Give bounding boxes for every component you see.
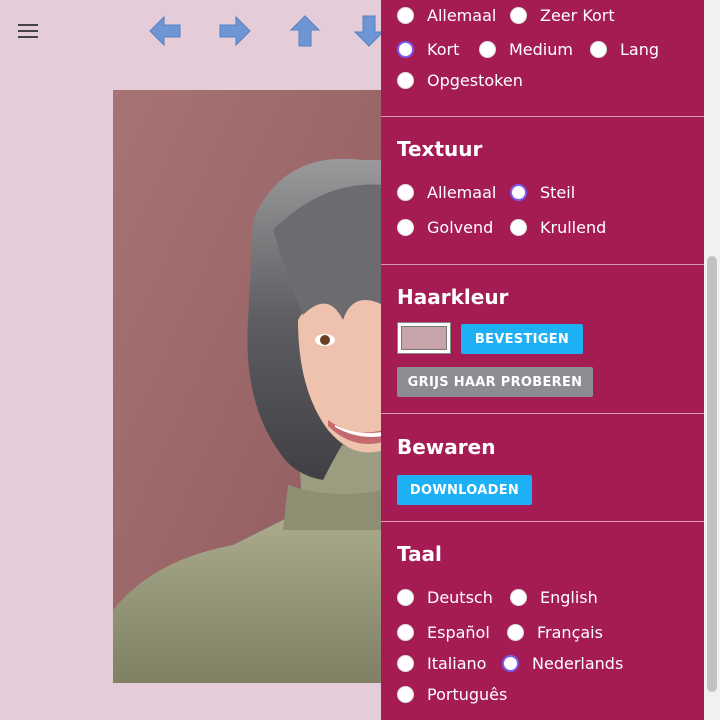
length-option-zeer-kort[interactable]: Zeer Kort <box>510 4 615 26</box>
radio-button-selected[interactable] <box>397 40 414 58</box>
radio-button[interactable] <box>397 218 414 236</box>
hamburger-menu-icon[interactable] <box>18 24 38 40</box>
radio-label: Opgestoken <box>427 70 523 90</box>
language-option-francais[interactable]: Français <box>507 621 603 643</box>
radio-label: Krullend <box>540 217 607 237</box>
length-option-kort[interactable]: Kort <box>397 38 459 60</box>
radio-label: Lang <box>620 39 660 59</box>
texture-title: Textuur <box>397 137 483 161</box>
language-option-portugues[interactable]: Português <box>397 683 507 705</box>
radio-button[interactable] <box>397 654 414 672</box>
radio-label: Português <box>427 684 508 704</box>
radio-button-selected[interactable] <box>510 183 527 201</box>
radio-button[interactable] <box>507 623 524 641</box>
hair-color-swatch-fill <box>401 326 447 350</box>
radio-label: Allemaal <box>427 5 497 25</box>
texture-option-golvend[interactable]: Golvend <box>397 216 493 238</box>
texture-option-allemaal[interactable]: Allemaal <box>397 181 496 203</box>
divider <box>381 413 704 414</box>
language-option-espanol[interactable]: Español <box>397 621 490 643</box>
radio-button[interactable] <box>397 6 414 24</box>
radio-button[interactable] <box>510 588 527 606</box>
divider <box>381 116 704 117</box>
language-option-nederlands[interactable]: Nederlands <box>502 652 623 674</box>
confirm-color-button[interactable]: BEVESTIGEN <box>461 324 583 354</box>
radio-label: Español <box>427 622 490 642</box>
texture-option-krullend[interactable]: Krullend <box>510 216 606 238</box>
language-title: Taal <box>397 542 442 566</box>
download-button[interactable]: DOWNLOADEN <box>397 475 532 505</box>
radio-button[interactable] <box>397 588 414 606</box>
hairstyle-preview-photo <box>113 90 383 683</box>
scrollbar-thumb[interactable] <box>707 256 717 692</box>
texture-option-steil[interactable]: Steil <box>510 181 575 203</box>
radio-label: English <box>540 587 598 607</box>
options-panel: Allemaal Zeer Kort Kort Medium Lang Opge… <box>381 0 704 720</box>
radio-label: Allemaal <box>427 182 497 202</box>
radio-button[interactable] <box>510 6 527 24</box>
try-grey-hair-button[interactable]: GRIJS HAAR PROBEREN <box>397 367 593 397</box>
radio-label: Steil <box>540 182 576 202</box>
radio-label: Zeer Kort <box>540 5 615 25</box>
divider <box>381 264 704 265</box>
arrow-right-icon[interactable] <box>218 14 252 48</box>
language-option-italiano[interactable]: Italiano <box>397 652 486 674</box>
radio-button[interactable] <box>397 183 414 201</box>
radio-label: Golvend <box>427 217 494 237</box>
hair-color-swatch[interactable] <box>397 322 451 354</box>
length-option-allemaal[interactable]: Allemaal <box>397 4 496 26</box>
radio-button[interactable] <box>590 40 607 58</box>
length-option-lang[interactable]: Lang <box>590 38 659 60</box>
radio-button[interactable] <box>397 685 414 703</box>
save-title: Bewaren <box>397 435 496 459</box>
length-option-opgestoken[interactable]: Opgestoken <box>397 69 523 91</box>
language-option-deutsch[interactable]: Deutsch <box>397 586 493 608</box>
language-option-english[interactable]: English <box>510 586 598 608</box>
radio-label: Medium <box>509 39 573 59</box>
arrow-up-icon[interactable] <box>288 14 322 48</box>
radio-button[interactable] <box>479 40 496 58</box>
radio-label: Kort <box>427 39 460 59</box>
radio-button-selected[interactable] <box>502 654 519 672</box>
radio-label: Français <box>537 622 603 642</box>
hair-color-title: Haarkleur <box>397 285 509 309</box>
panel-scrollbar[interactable] <box>704 0 720 720</box>
radio-button[interactable] <box>397 623 414 641</box>
radio-button[interactable] <box>397 71 414 89</box>
radio-label: Deutsch <box>427 587 493 607</box>
arrow-left-icon[interactable] <box>148 14 182 48</box>
length-option-medium[interactable]: Medium <box>479 38 573 60</box>
radio-button[interactable] <box>510 218 527 236</box>
radio-label: Italiano <box>427 653 487 673</box>
radio-label: Nederlands <box>532 653 624 673</box>
divider <box>381 521 704 522</box>
